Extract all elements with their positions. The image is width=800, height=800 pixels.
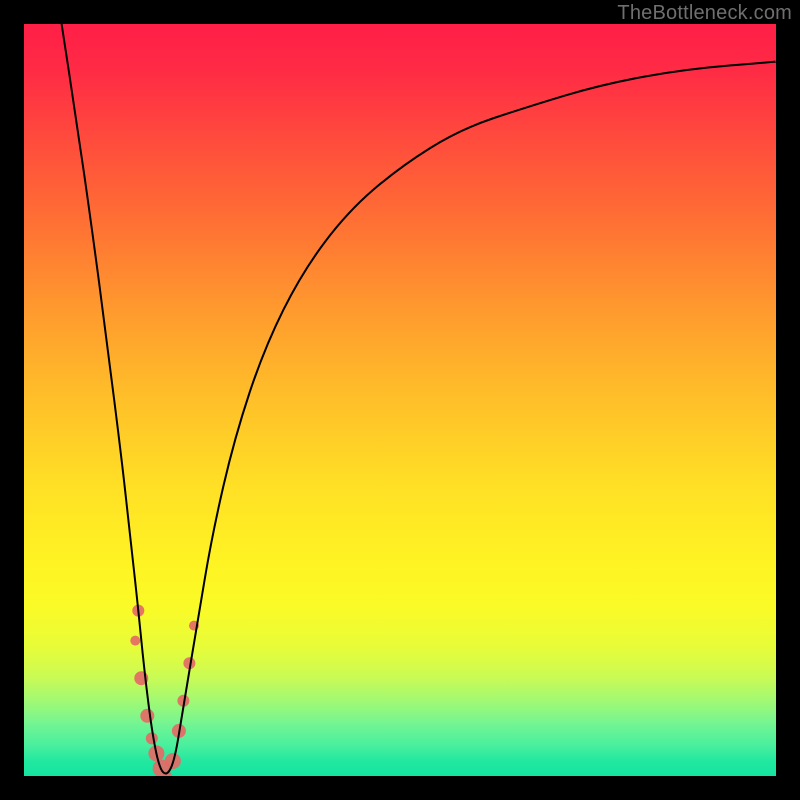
bottleneck-curve — [62, 24, 776, 773]
attribution-label: TheBottleneck.com — [617, 2, 792, 25]
chart-svg — [24, 24, 776, 776]
data-marker — [140, 709, 154, 723]
chart-frame: TheBottleneck.com — [0, 0, 800, 800]
plot-area — [24, 24, 776, 776]
data-marker — [130, 636, 140, 646]
